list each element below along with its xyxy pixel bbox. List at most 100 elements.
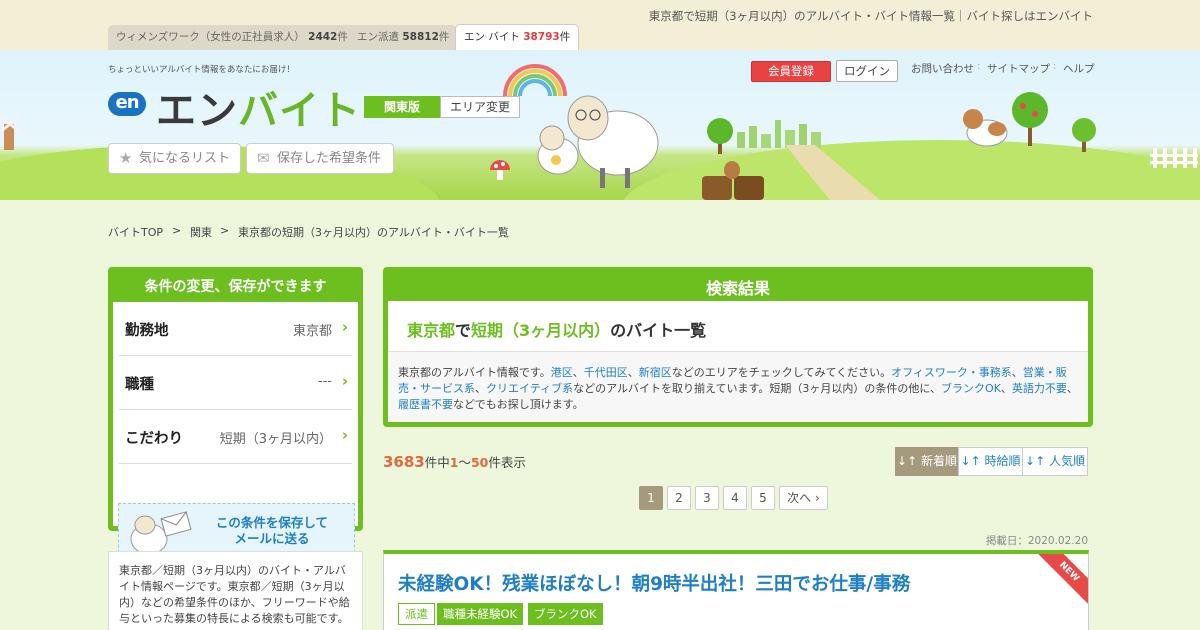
sort-newest-button[interactable]: ↓↑ 新着順: [895, 447, 959, 476]
tab-label: エン派遣: [357, 31, 399, 43]
job-card[interactable]: 未経験OK！残業ほぼなし！朝9時半出社！三田でお仕事/事務 NEW 派遣 職種未…: [383, 550, 1089, 630]
tab-count: 58812: [402, 31, 439, 43]
mushroom-icon: [490, 160, 510, 180]
link-blank-ok[interactable]: ブランクOK: [941, 382, 1001, 395]
criteria-preference[interactable]: こだわり 短期（3ヶ月以内） ›: [119, 410, 352, 464]
results-title-condition: 短期（3ヶ月以内）: [471, 321, 611, 340]
windmill-icon: [0, 114, 21, 150]
chevron-right-icon: ›: [341, 318, 348, 336]
sidebar-description: 東京都／短期（3ヶ月以内）のバイト・アルバイト情報ページです。東京都／短期（3ヶ…: [108, 551, 363, 630]
region-badge: 関東版: [364, 96, 440, 118]
save-text-line-1: この条件を保存して: [215, 515, 329, 530]
save-and-email-label: この条件を保存して メールに送る: [197, 515, 347, 547]
desc-text: などのエリアをチェックしてみてください。: [671, 366, 892, 379]
range-end: 50: [470, 455, 489, 470]
save-text-line-2: メールに送る: [234, 531, 310, 546]
criteria-location[interactable]: 勤務地 東京都 ›: [119, 302, 352, 356]
tag-blank-ok: ブランクOK: [528, 603, 603, 625]
criteria-label: こだわり: [125, 431, 183, 447]
results-description: 東京都のアルバイト情報です。港区、千代田区、新宿区などのエリアをチェックしてみて…: [388, 351, 1088, 422]
sitemap-link[interactable]: サイトマップ: [987, 61, 1050, 76]
next-page-label: 次へ: [787, 491, 812, 505]
new-badge: NEW: [1030, 554, 1088, 611]
tab-unit: 件: [337, 31, 348, 43]
link-chiyoda[interactable]: 千代田区: [584, 366, 628, 379]
criteria-job-type[interactable]: 職種 --- ›: [119, 356, 352, 410]
desc-text: 、: [475, 382, 486, 395]
fence-icon: [1150, 148, 1198, 168]
logo-text-baito: バイト: [238, 88, 361, 134]
criteria-value: 短期（3ヶ月以内）: [219, 432, 332, 447]
desc-text: 、: [572, 366, 584, 379]
divider: :: [1053, 61, 1057, 72]
page-4-button[interactable]: 4: [723, 486, 747, 510]
page-2-button[interactable]: 2: [667, 486, 691, 510]
criteria-label: 勤務地: [125, 323, 169, 339]
breadcrumb-current: 東京都の短期（3ヶ月以内）のアルバイト・バイト一覧: [238, 226, 509, 239]
desc-text: などのアルバイトを取り揃えています。短期（3ヶ月以内）の条件の他に、: [573, 382, 942, 395]
tab-en-haken[interactable]: エン派遣 58812件: [349, 25, 458, 50]
job-title-link[interactable]: 未経験OK！残業ほぼなし！朝9時半出社！三田でお仕事/事務: [398, 570, 910, 596]
register-button[interactable]: 会員登録: [751, 61, 831, 82]
count-text: 件表示: [488, 455, 526, 470]
sort-popular-button[interactable]: ↓↑ 人気順: [1022, 447, 1088, 476]
top-bar: 東京都で短期（3ヶ月以内）のアルバイト・バイト情報一覧｜バイト探しはエンバイト …: [0, 0, 1200, 51]
breadcrumb-separator: >: [220, 224, 230, 237]
link-no-resume[interactable]: 履歴書不要: [398, 398, 453, 411]
sheep-mascot-icon: [537, 95, 659, 188]
save-and-email-button[interactable]: この条件を保存して メールに送る: [118, 503, 355, 558]
divider: :: [977, 61, 981, 72]
condition-panel: 条件の変更、保存ができます 勤務地 東京都 › 職種 --- › こだわり 短期…: [108, 267, 363, 558]
tab-label: ウィメンズワーク（女性の正社員求人）: [116, 31, 305, 43]
link-creative[interactable]: クリエイティブ系: [486, 382, 573, 395]
page-1-button[interactable]: 1: [639, 486, 663, 510]
chevron-right-icon: ›: [815, 491, 820, 505]
path-decoration: [785, 145, 880, 200]
star-icon: ★: [119, 149, 133, 167]
desc-text: 、: [1066, 382, 1078, 395]
dog-icon: [963, 109, 1008, 147]
tree-icon: [1072, 118, 1096, 152]
total-count: 3683: [383, 453, 425, 471]
help-link[interactable]: ヘルプ: [1063, 61, 1095, 76]
count-text: ～: [458, 455, 471, 470]
tab-womens-work[interactable]: ウィメンズワーク（女性の正社員求人） 2442件: [108, 25, 356, 50]
condition-panel-heading: 条件の変更、保存ができます: [144, 279, 327, 295]
barrel-icon: [702, 161, 764, 200]
link-minato[interactable]: 港区: [551, 366, 573, 379]
sheep-mail-icon: [130, 511, 192, 555]
tab-count: 2442: [308, 31, 338, 43]
login-button[interactable]: ログイン: [836, 60, 898, 82]
results-title-location: 東京都: [407, 321, 456, 340]
chevron-right-icon: ›: [341, 372, 348, 390]
page-3-button[interactable]: 3: [695, 486, 719, 510]
link-office-work[interactable]: オフィスワーク・事務系: [891, 366, 1012, 379]
page-5-button[interactable]: 5: [751, 486, 775, 510]
results-title: 東京都で短期（3ヶ月以内）のバイト一覧: [407, 317, 706, 341]
tree-icon: [1012, 92, 1048, 146]
page-title-text: 東京都で短期（3ヶ月以内）のアルバイト・バイト情報一覧｜バイト探しはエンバイト: [648, 9, 1093, 23]
area-change-button[interactable]: エリア変更: [440, 96, 520, 118]
search-results-summary: 東京都で短期（3ヶ月以内）のバイト一覧 東京都のアルバイト情報です。港区、千代田…: [388, 301, 1088, 422]
sort-hourly-wage-button[interactable]: ↓↑ 時給順: [958, 447, 1023, 476]
desc-text: 、: [1011, 366, 1023, 379]
desc-text: 、: [627, 366, 639, 379]
site-logo[interactable]: エンバイト: [156, 78, 361, 136]
breadcrumb-home[interactable]: バイトTOP: [108, 224, 163, 240]
favorites-list-label: 気になるリスト: [139, 151, 231, 166]
posted-date: 掲載日：2020.02.20: [985, 535, 1088, 547]
breadcrumb-kanto[interactable]: 関東: [190, 224, 212, 240]
criteria-value: 東京都: [292, 324, 332, 339]
link-shinjuku[interactable]: 新宿区: [639, 366, 672, 379]
tab-en-baito[interactable]: エン バイト 38793件: [455, 24, 580, 51]
saved-conditions-button[interactable]: ✉ 保存した希望条件: [246, 143, 394, 174]
criteria-value: ---: [317, 374, 332, 389]
link-no-english[interactable]: 英語力不要: [1012, 382, 1067, 395]
city-skyline-icon: [737, 120, 821, 148]
tag-inexperienced-ok: 職種未経験OK: [437, 603, 524, 625]
en-logo-icon[interactable]: en: [108, 92, 146, 116]
next-page-button[interactable]: 次へ ›: [779, 486, 828, 510]
contact-link[interactable]: お問い合わせ: [911, 61, 974, 76]
search-results-heading: 検索結果: [705, 279, 770, 298]
favorites-list-button[interactable]: ★ 気になるリスト: [108, 143, 241, 174]
